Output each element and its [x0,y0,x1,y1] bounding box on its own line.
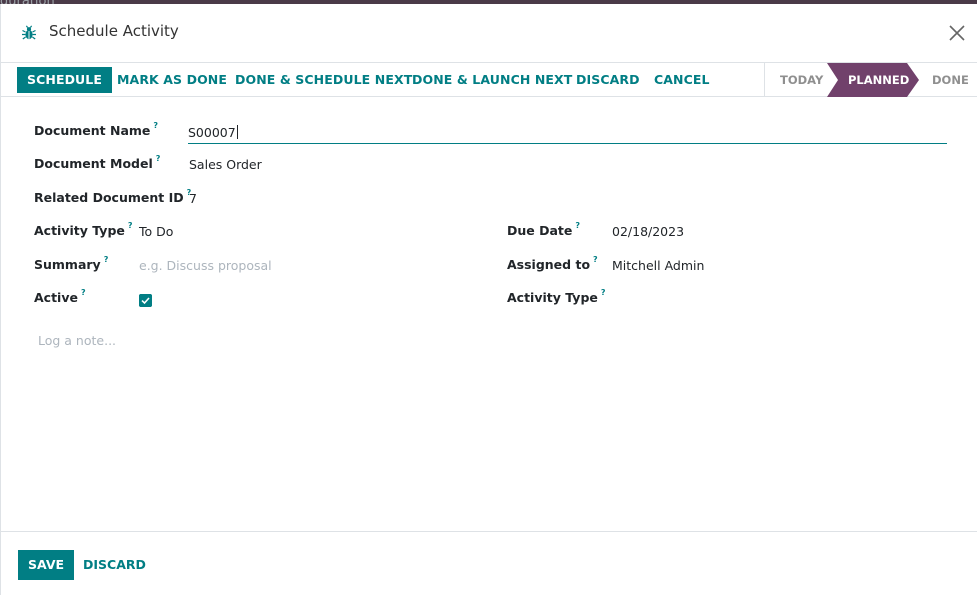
done-schedule-next-button[interactable]: DONE & SCHEDULE NEXT [235,67,412,93]
assigned-to-label: Assigned to? [507,255,598,272]
related-document-id-value: 7 [189,191,197,206]
active-label: Active? [34,288,86,305]
help-icon[interactable]: ? [156,154,161,163]
active-checkbox[interactable] [139,294,152,307]
help-icon[interactable]: ? [601,288,606,297]
schedule-button[interactable]: SCHEDULE [17,67,113,93]
dialog-footer: SAVE DISCARD [1,531,977,595]
activity-type-2-label: Activity Type? [507,288,606,305]
footer-discard-button[interactable]: DISCARD [83,550,146,580]
text-caret [236,125,238,139]
help-icon[interactable]: ? [128,221,133,230]
document-name-label: Document Name? [34,121,159,138]
cancel-button[interactable]: CANCEL [654,67,710,93]
mark-as-done-button[interactable]: MARK AS DONE [117,67,227,93]
status-bar: SCHEDULE MARK AS DONE DONE & SCHEDULE NE… [1,62,977,97]
schedule-activity-dialog: Schedule Activity SCHEDULE MARK AS DONE … [0,4,977,595]
document-model-label: Document Model? [34,154,161,171]
log-note-editor[interactable]: Log a note... [38,333,116,348]
document-name-input[interactable]: S00007 [188,125,947,144]
dialog-header: Schedule Activity [1,4,977,62]
related-document-id-label: Related Document ID? [34,188,192,205]
summary-label: Summary? [34,255,109,272]
done-launch-next-button[interactable]: DONE & LAUNCH NEXT [412,67,572,93]
activity-type-label: Activity Type? [34,221,133,238]
help-icon[interactable]: ? [593,255,598,264]
due-date-input[interactable]: 02/18/2023 [612,224,684,239]
stage-planned[interactable]: PLANNED [848,63,909,97]
discard-button[interactable]: DISCARD [576,67,640,93]
assigned-to-select[interactable]: Mitchell Admin [612,258,704,273]
bug-icon [22,25,36,40]
dialog-title: Schedule Activity [49,22,179,40]
help-icon[interactable]: ? [153,121,158,130]
close-icon[interactable] [945,21,969,45]
stage-done[interactable]: DONE [932,63,969,97]
help-icon[interactable]: ? [104,255,109,264]
document-model-value: Sales Order [189,157,262,172]
due-date-label: Due Date? [507,221,581,238]
save-button[interactable]: SAVE [18,550,75,580]
activity-type-select[interactable]: To Do [139,224,173,239]
help-icon[interactable]: ? [81,288,86,297]
summary-input[interactable]: e.g. Discuss proposal [139,258,272,273]
stage-today[interactable]: TODAY [780,63,823,97]
stage-pipeline: TODAY PLANNED DONE [764,63,977,97]
help-icon[interactable]: ? [575,221,580,230]
